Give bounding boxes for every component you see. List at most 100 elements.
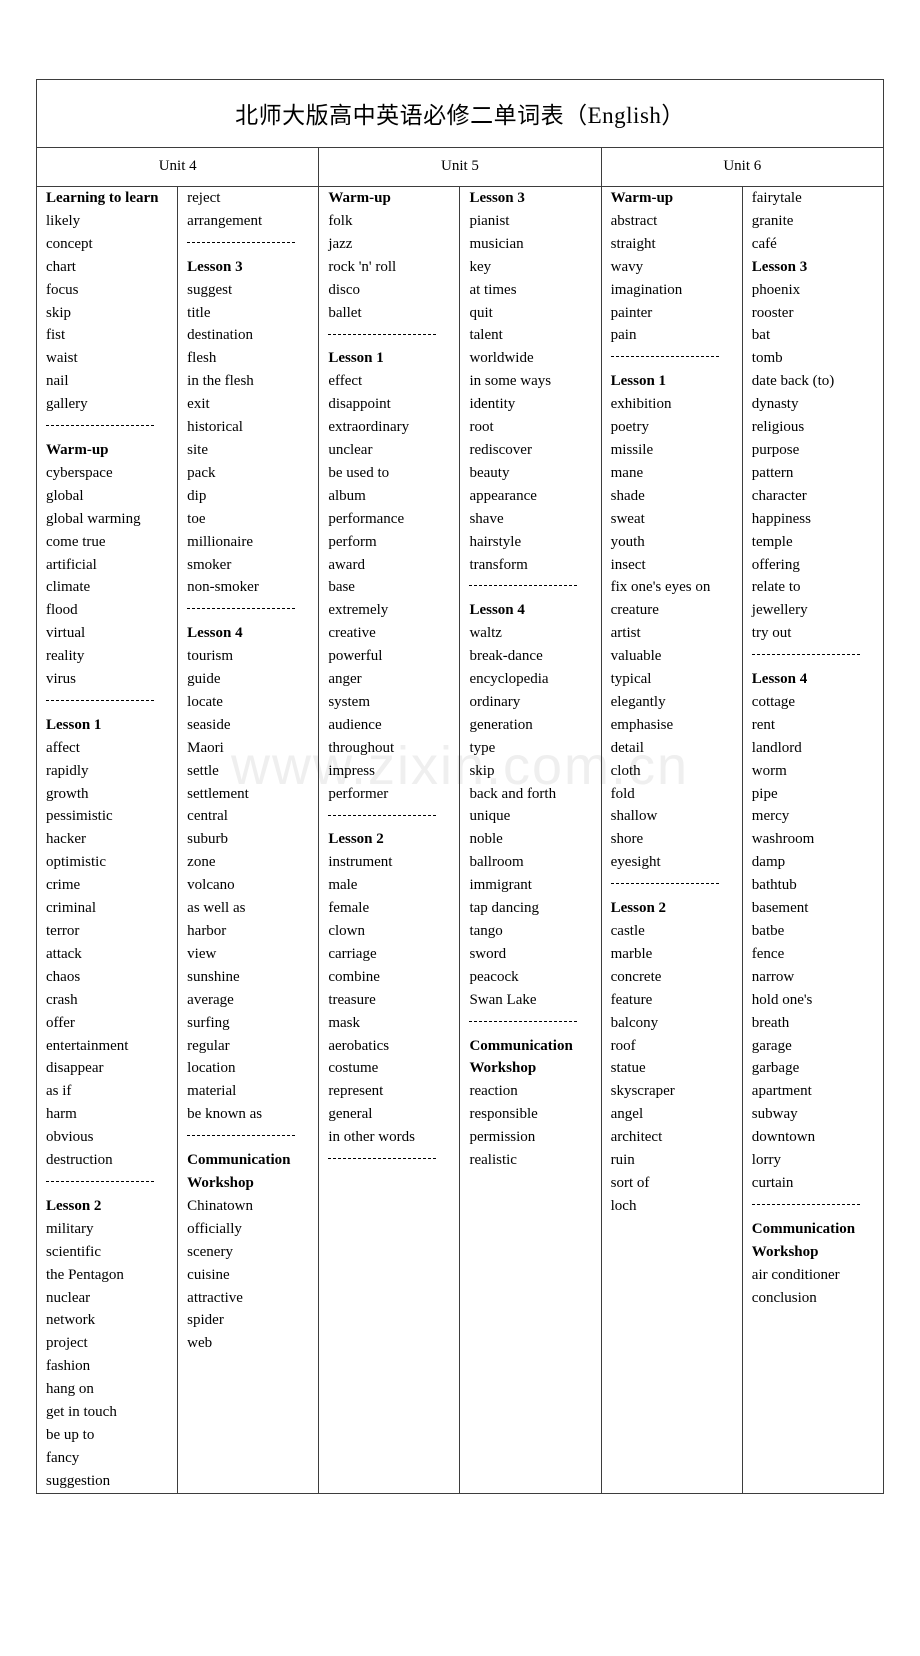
vocabulary-word: musician: [469, 235, 524, 252]
vocabulary-word: ruin: [610, 1152, 635, 1169]
vocabulary-word: regular: [187, 1037, 230, 1054]
word-list-6: fairytale granite café Lesson 3 phoenix roost…: [743, 187, 883, 1309]
vocabulary-word: performer: [328, 785, 389, 802]
vocabulary-word: female: [328, 900, 370, 917]
word-column-6: fairytale granite café Lesson 3 phoenix roost…: [741, 186, 885, 1494]
vocabulary-word: material: [187, 1083, 237, 1100]
unit-label-unit4: Unit 4: [158, 158, 197, 174]
vocabulary-word: treasure: [328, 991, 376, 1008]
vocabulary-word: back and forth: [469, 785, 557, 802]
vocabulary-word: aerobatics: [328, 1037, 390, 1054]
vocabulary-word: award: [328, 556, 365, 573]
vocabulary-word: mask: [328, 1014, 360, 1031]
vocabulary-word: happiness: [751, 510, 811, 527]
vocabulary-word: criminal: [46, 900, 96, 917]
vocabulary-word: millionaire: [187, 533, 253, 550]
vocabulary-word: dynasty: [751, 396, 799, 413]
word-columns-row: Learning to learn likely concept chart focus…: [35, 186, 885, 1494]
vocabulary-word: missile: [610, 441, 654, 458]
vocabulary-word: key: [469, 258, 492, 275]
vocabulary-word: responsible: [469, 1106, 538, 1123]
vocabulary-word: feature: [610, 991, 653, 1008]
vocabulary-word: relate to: [751, 579, 801, 596]
section-heading: Lesson 3: [469, 190, 525, 206]
vocabulary-table-container: 北师大版高中英语必修二单词表（English） Unit 4 Unit 5 Un…: [35, 79, 885, 1494]
vocabulary-word: abstract: [610, 212, 658, 229]
vocabulary-word: loch: [610, 1197, 637, 1214]
vocabulary-word: central: [187, 808, 228, 825]
vocabulary-word: phoenix: [751, 281, 801, 298]
vocabulary-word: garbage: [751, 1060, 800, 1077]
vocabulary-word: unique: [469, 808, 511, 825]
vocabulary-word: balcony: [610, 1014, 659, 1031]
vocabulary-word: destination: [187, 327, 253, 344]
vocabulary-word: character: [751, 487, 807, 504]
vocabulary-word: pipe: [751, 785, 778, 802]
vocabulary-word: fist: [46, 327, 66, 344]
vocabulary-word: sort of: [610, 1174, 650, 1191]
vocabulary-word: pattern: [751, 464, 794, 481]
vocabulary-word: gallery: [46, 396, 88, 413]
vocabulary-word: quit: [469, 304, 493, 321]
section-heading: Warm-up: [328, 190, 391, 206]
word-list-3: Warm-up folk jazz rock 'n' roll disco ballet L…: [319, 187, 459, 1172]
vocabulary-word: try out: [751, 625, 792, 642]
vocabulary-word: waist: [46, 350, 78, 367]
section-separator: [469, 1012, 594, 1035]
vocabulary-word: jewellery: [751, 602, 808, 619]
vocabulary-word: effect: [328, 373, 363, 390]
section-heading: Lesson 4: [751, 671, 808, 688]
vocabulary-word: youth: [610, 533, 645, 550]
section-heading: Lesson 3: [187, 258, 243, 275]
vocabulary-word: rock 'n' roll: [328, 258, 397, 275]
vocabulary-word: disappoint: [328, 396, 391, 413]
vocabulary-word: cyberspace: [46, 464, 113, 481]
section-separator: [187, 599, 312, 622]
vocabulary-word: as if: [46, 1083, 72, 1100]
vocabulary-word: fashion: [46, 1358, 91, 1375]
vocabulary-word: eyesight: [610, 854, 661, 871]
vocabulary-word: entertainment: [46, 1037, 129, 1054]
vocabulary-word: site: [187, 441, 208, 458]
vocabulary-word: apartment: [751, 1083, 812, 1100]
vocabulary-word: tango: [469, 923, 503, 939]
section-separator: [328, 805, 453, 828]
vocabulary-word: average: [187, 991, 234, 1008]
vocabulary-word: carriage: [328, 945, 377, 962]
vocabulary-word: scenery: [187, 1243, 233, 1260]
section-heading: Workshop: [751, 1243, 819, 1260]
vocabulary-word: web: [187, 1335, 213, 1352]
vocabulary-word: skip: [46, 304, 72, 321]
vocabulary-word: insect: [610, 556, 646, 573]
vocabulary-word: emphasise: [610, 716, 674, 733]
vocabulary-word: fold: [610, 785, 635, 802]
unit-label-unit6: Unit 6: [723, 158, 762, 174]
word-list-4: Lesson 3 pianist musician key at times quit ta…: [460, 187, 600, 1172]
vocabulary-word: jazz: [328, 235, 353, 252]
vocabulary-word: bat: [751, 327, 771, 344]
word-column-2: reject arrangement Lesson 3 suggest title des…: [177, 186, 320, 1494]
vocabulary-word: combine: [328, 968, 380, 985]
vocabulary-word: valuable: [610, 648, 662, 665]
vocabulary-word: get in touch: [46, 1404, 117, 1421]
vocabulary-word: offering: [751, 556, 800, 573]
section-separator: [187, 233, 312, 256]
vocabulary-word: terror: [46, 923, 80, 939]
vocabulary-table: 北师大版高中英语必修二单词表（English） Unit 4 Unit 5 Un…: [35, 79, 885, 1494]
word-column-4: Lesson 3 pianist musician key at times quit ta…: [459, 186, 602, 1494]
vocabulary-word: ballroom: [469, 854, 524, 871]
word-list-2: reject arrangement Lesson 3 suggest title des…: [178, 187, 318, 1355]
vocabulary-word: pack: [187, 464, 216, 481]
vocabulary-word: non-smoker: [187, 579, 259, 596]
vocabulary-word: rooster: [751, 304, 794, 321]
section-separator: [328, 324, 453, 347]
vocabulary-word: in the flesh: [187, 373, 254, 390]
vocabulary-word: shave: [469, 510, 504, 527]
vocabulary-word: shallow: [610, 808, 658, 825]
vocabulary-word: Swan Lake: [469, 991, 537, 1008]
vocabulary-word: be used to: [328, 464, 390, 481]
vocabulary-word: cuisine: [187, 1266, 230, 1283]
section-separator: [469, 576, 594, 599]
vocabulary-word: talent: [469, 327, 503, 344]
section-heading: Lesson 4: [469, 602, 525, 619]
